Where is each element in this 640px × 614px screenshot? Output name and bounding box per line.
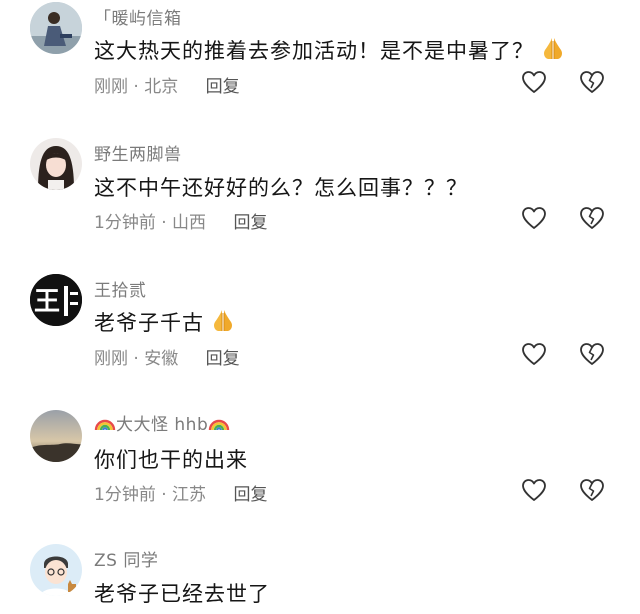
- folded-hands-emoji: [540, 35, 566, 66]
- comment-location: 江苏: [172, 485, 207, 505]
- comment-text: 你们也干的出来: [94, 448, 248, 472]
- broken-heart-icon[interactable]: [578, 68, 606, 96]
- reply-button[interactable]: 回复: [206, 77, 240, 97]
- comment-meta: 1分钟前 · 江苏 回复: [94, 480, 267, 505]
- comment-username[interactable]: ZS 同学: [94, 546, 158, 571]
- folded-hands-emoji: [210, 307, 236, 338]
- broken-heart-icon[interactable]: [578, 204, 606, 232]
- rainbow-emoji: [208, 414, 230, 437]
- comment-location: 山西: [172, 213, 207, 233]
- heart-outline-icon[interactable]: [520, 476, 548, 504]
- avatar[interactable]: [30, 410, 82, 462]
- rainbow-emoji: [94, 414, 116, 437]
- comment-meta: 1分钟前 · 山西 回复: [94, 208, 267, 233]
- comment-meta: 刚刚 · 北京 回复: [94, 72, 240, 97]
- avatar-text: 王: [34, 287, 60, 317]
- heart-outline-icon[interactable]: [520, 204, 548, 232]
- heart-outline-icon[interactable]: [520, 68, 548, 96]
- heart-outline-icon[interactable]: [520, 340, 548, 368]
- meta-separator: ·: [161, 213, 167, 233]
- comment-text: 这不中午还好好的么？怎么回事？？？: [94, 176, 468, 200]
- broken-heart-icon[interactable]: [578, 340, 606, 368]
- avatar[interactable]: 王: [30, 274, 82, 326]
- comment-username-text: 大大怪 hhb: [116, 415, 209, 435]
- comment-location: 北京: [144, 77, 179, 97]
- comment-text: 老爷子已经去世了: [94, 582, 270, 606]
- reply-button[interactable]: 回复: [233, 213, 267, 233]
- broken-heart-icon[interactable]: [578, 476, 606, 504]
- comment-time: 1分钟前: [94, 485, 156, 505]
- comment-text: 老爷子千古: [94, 307, 236, 338]
- comment-username[interactable]: 野生两脚兽: [94, 140, 182, 165]
- comment-text-body: 这大热天的推着去参加活动！是不是中暑了？: [94, 39, 534, 63]
- reply-button[interactable]: 回复: [206, 349, 240, 369]
- comment-username[interactable]: 大大怪 hhb: [94, 410, 230, 437]
- comment-text-body: 老爷子千古: [94, 311, 204, 335]
- comment-location: 安徽: [144, 349, 179, 369]
- meta-separator: ·: [133, 349, 139, 369]
- comment-time: 刚刚: [94, 349, 128, 369]
- comment-time: 刚刚: [94, 77, 128, 97]
- comment-text: 这大热天的推着去参加活动！是不是中暑了？: [94, 35, 566, 66]
- reply-button[interactable]: 回复: [233, 485, 267, 505]
- avatar[interactable]: [30, 138, 82, 190]
- avatar[interactable]: [30, 544, 82, 596]
- comment-meta: 刚刚 · 安徽 回复: [94, 344, 240, 369]
- comment-username[interactable]: 王拾贰: [94, 276, 147, 301]
- meta-separator: ·: [161, 485, 167, 505]
- avatar[interactable]: [30, 2, 82, 54]
- comment-time: 1分钟前: [94, 213, 156, 233]
- meta-separator: ·: [133, 77, 139, 97]
- comment-username[interactable]: 「暖屿信箱: [94, 4, 182, 29]
